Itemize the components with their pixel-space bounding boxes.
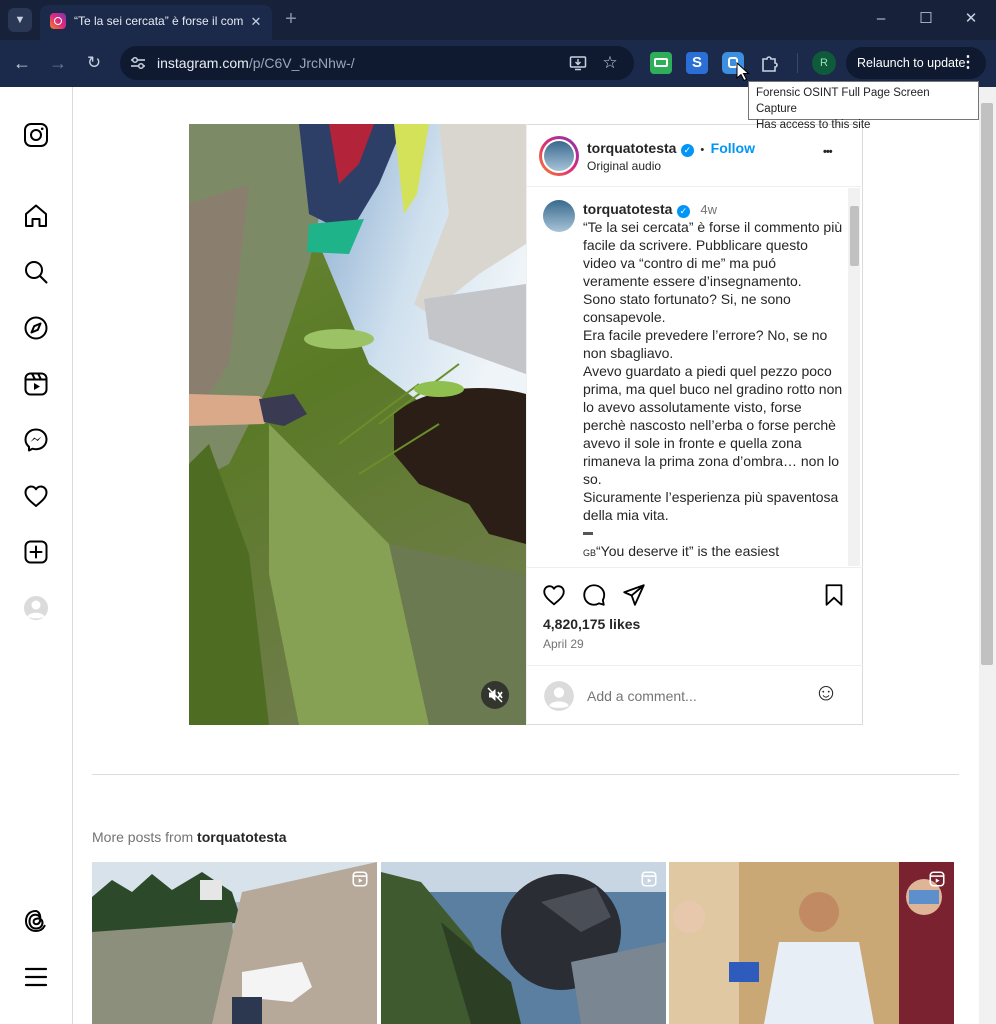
profile-avatar-icon[interactable] [22, 594, 50, 622]
extension-green-icon[interactable] [650, 52, 672, 74]
reload-icon[interactable]: ↻ [83, 53, 105, 73]
kebab-menu-icon[interactable]: ⋮ [960, 47, 976, 79]
forward-arrow-icon[interactable]: → [47, 53, 69, 73]
mouse-cursor-icon [736, 61, 750, 82]
post-side-panel: torquatotesta ✓ • Follow Original audio … [526, 124, 863, 725]
caption-scrollbar[interactable] [848, 188, 860, 566]
reel-indicator-icon [351, 870, 369, 888]
mute-toggle-button[interactable] [481, 681, 509, 709]
tab-close-icon[interactable]: ✕ [246, 12, 266, 32]
tab-title: “Te la sei cercata” è forse il commento [74, 14, 244, 28]
extensions-puzzle-icon[interactable] [759, 52, 781, 74]
add-comment-input[interactable] [587, 685, 807, 707]
verified-badge-icon: ✓ [680, 144, 694, 157]
caption-line: Sono stato fortunato? Si, ne sono consap… [583, 291, 791, 325]
commenter-avatar [543, 680, 575, 712]
profile-avatar[interactable]: R [812, 51, 836, 75]
reel-video[interactable] [189, 124, 526, 725]
caption-text: “Te la sei cercata” è forse il commento … [583, 218, 845, 562]
post-header: torquatotesta ✓ • Follow Original audio … [527, 124, 863, 187]
video-frame-image [189, 124, 526, 725]
more-post-thumbnail-2[interactable] [381, 862, 666, 1024]
create-plus-icon[interactable] [22, 538, 50, 566]
messenger-icon[interactable] [22, 426, 50, 454]
caption-scroll-area[interactable]: “Te la sei cercata” è forse il commento … [527, 188, 863, 566]
page-scrollbar[interactable] [979, 87, 996, 1024]
actions-bar: 4,820,175 likes April 29 ☺ [527, 567, 863, 725]
save-bookmark-icon[interactable] [821, 582, 847, 608]
section-divider [92, 774, 959, 775]
author-username[interactable]: torquatotesta [587, 140, 676, 156]
maximize-button[interactable]: ☐ [915, 9, 937, 29]
home-icon[interactable] [22, 202, 50, 230]
new-tab-button[interactable]: + [280, 9, 302, 29]
reel-indicator-icon [640, 870, 658, 888]
share-paper-plane-icon[interactable] [621, 582, 647, 608]
instagram-favicon-icon [50, 13, 66, 29]
site-settings-icon[interactable] [129, 55, 147, 71]
post-date: April 29 [543, 637, 584, 651]
close-window-button[interactable]: ✕ [960, 9, 982, 29]
tooltip-line-1: Forensic OSINT Full Page Screen Capture [756, 87, 930, 115]
address-bar[interactable]: instagram.com/p/C6V_JrcNhw-/ ☆ [120, 46, 634, 80]
instagram-sidebar [0, 87, 73, 1024]
more-posts-heading: More posts from torquatotesta [92, 829, 286, 845]
caption-scrollbar-thumb[interactable] [850, 206, 859, 266]
url-domain: instagram.com [157, 55, 249, 71]
reels-icon[interactable] [22, 370, 50, 398]
more-post-thumbnail-3[interactable] [669, 862, 954, 1024]
install-app-icon[interactable] [569, 54, 587, 72]
header-dot: • [700, 144, 705, 156]
caption-line: Sicuramente l’esperienza più spaventosa … [583, 489, 839, 523]
emoji-icon[interactable]: ☺ [813, 680, 839, 706]
search-icon[interactable] [22, 258, 50, 286]
explore-compass-icon[interactable] [22, 314, 50, 342]
more-posts-prefix: More posts from [92, 829, 194, 845]
comment-bubble-icon[interactable] [581, 582, 607, 608]
more-menu-hamburger-icon[interactable] [22, 963, 50, 991]
follow-button[interactable]: Follow [711, 140, 755, 156]
threads-icon[interactable] [22, 907, 50, 935]
more-options-icon[interactable]: ••• [823, 146, 833, 158]
reel-indicator-icon [928, 870, 946, 888]
caption-separator: ▬ [583, 527, 593, 538]
minimize-button[interactable]: – [870, 9, 892, 29]
gb-flag-label: GB [583, 548, 597, 558]
caption-line: “Te la sei cercata” è forse il commento … [583, 219, 843, 289]
author-avatar[interactable] [539, 136, 579, 176]
caption-line: Avevo guardato a piedi quel pezzo poco p… [583, 363, 843, 487]
browser-tab[interactable]: “Te la sei cercata” è forse il commento … [40, 5, 272, 40]
likes-count[interactable]: 4,820,175 likes [543, 616, 640, 632]
instagram-logo-icon[interactable] [22, 121, 50, 149]
notifications-heart-icon[interactable] [22, 482, 50, 510]
toolbar-divider [797, 53, 798, 73]
browser-toolbar: ← → ↻ instagram.com/p/C6V_JrcNhw-/ ☆ S R… [0, 40, 996, 87]
caption-line: Era facile prevedere l’errore? No, se no… [583, 327, 828, 361]
url-path: /p/C6V_JrcNhw-/ [248, 55, 355, 71]
post-header-title: torquatotesta ✓ • Follow [587, 140, 755, 158]
browser-title-bar: ▼ “Te la sei cercata” è forse il comment… [0, 0, 996, 40]
tooltip-line-2: Has access to this site [756, 119, 871, 131]
comment-box: ☺ [527, 665, 863, 726]
like-heart-icon[interactable] [541, 582, 567, 608]
audio-label[interactable]: Original audio [587, 159, 661, 173]
bookmark-star-icon[interactable]: ☆ [600, 53, 620, 73]
tab-search-button[interactable]: ▼ [8, 8, 32, 32]
more-post-thumbnail-1[interactable] [92, 862, 377, 1024]
extension-s-icon[interactable]: S [686, 52, 708, 74]
relaunch-to-update-button[interactable]: Relaunch to update ⋮ [846, 47, 986, 79]
page-scrollbar-thumb[interactable] [981, 103, 993, 665]
caption-english-line: GB“You deserve it” is the easiest [583, 542, 845, 562]
url-text[interactable]: instagram.com/p/C6V_JrcNhw-/ [157, 55, 355, 71]
extension-tooltip: Forensic OSINT Full Page Screen Capture … [748, 81, 979, 131]
more-posts-username[interactable]: torquatotesta [197, 829, 286, 845]
back-arrow-icon[interactable]: ← [11, 53, 33, 73]
caption-english-text: “You deserve it” is the easiest [596, 543, 780, 559]
relaunch-label: Relaunch to update [857, 56, 966, 70]
